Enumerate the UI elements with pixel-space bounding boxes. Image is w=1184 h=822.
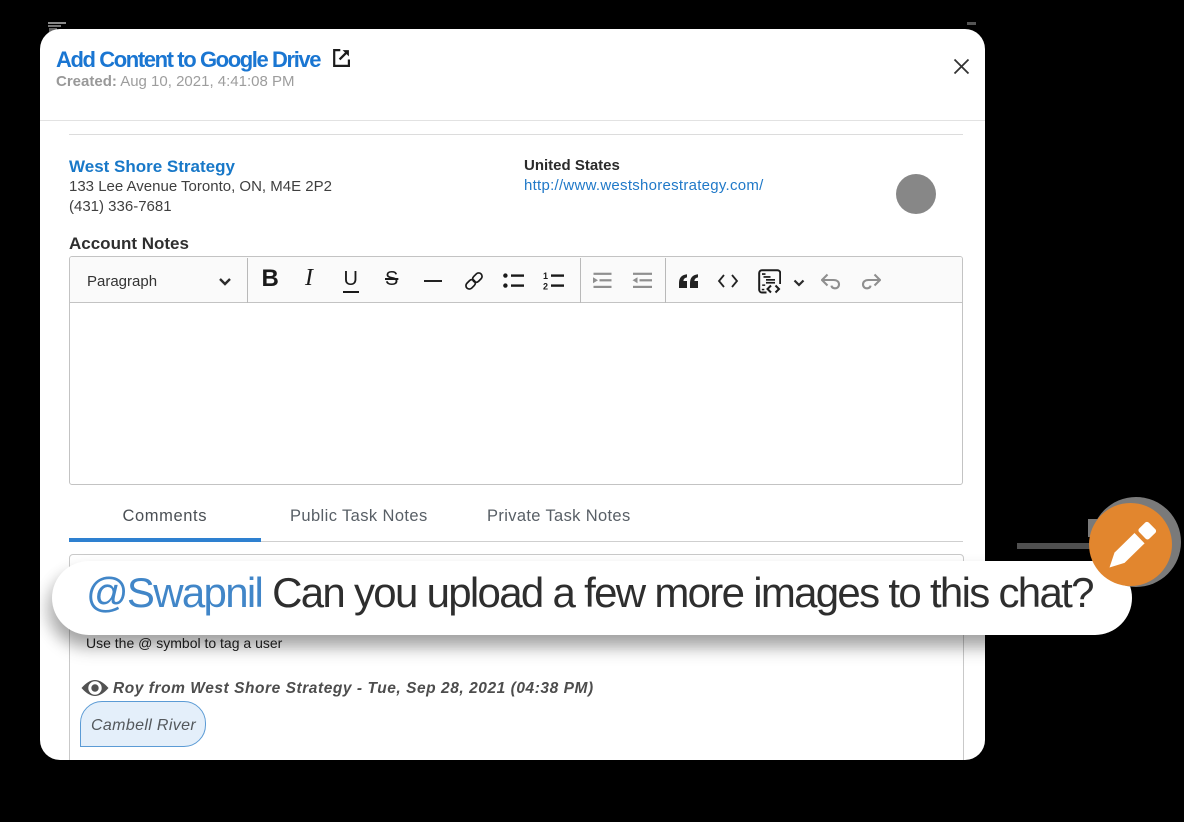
svg-text:2: 2 xyxy=(543,281,548,291)
svg-text:1: 1 xyxy=(543,271,548,281)
